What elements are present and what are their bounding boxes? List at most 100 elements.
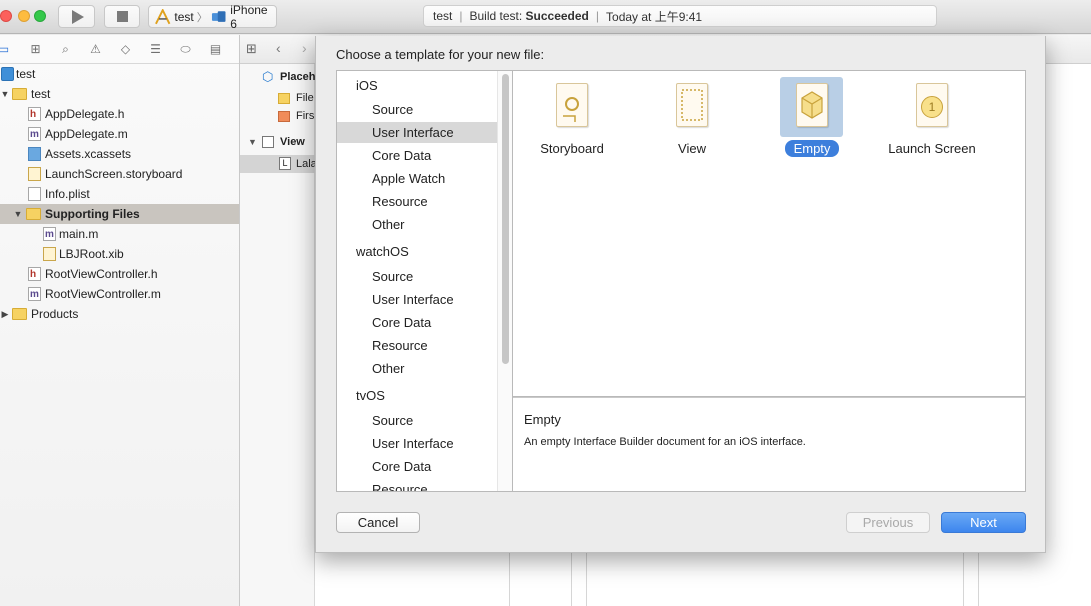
template-launch-screen[interactable]: 1 Launch Screen (877, 77, 987, 165)
nav-item-file[interactable]: m AppDelegate.m (0, 124, 239, 144)
category-item-selected[interactable]: User Interface (337, 122, 498, 143)
source-file-icon: m (28, 127, 41, 141)
nav-item-file[interactable]: Info.plist (0, 184, 239, 204)
category-scrollbar[interactable] (497, 71, 512, 491)
scrollbar-thumb[interactable] (502, 74, 509, 364)
category-item[interactable]: Core Data (337, 312, 498, 333)
disclosure-open-icon[interactable]: ▼ (13, 204, 23, 224)
close-window-button[interactable] (0, 10, 12, 22)
outline-first-responder[interactable]: Firs (240, 107, 315, 125)
template-label: View (678, 141, 706, 156)
chevron-right-icon: 〉 (196, 11, 208, 24)
report-icon[interactable]: ▤ (208, 42, 223, 56)
disclosure-closed-icon[interactable]: ▶ (0, 304, 10, 324)
category-item[interactable]: User Interface (337, 289, 498, 310)
disclosure-open-icon[interactable]: ▼ (248, 133, 257, 151)
category-item[interactable]: Resource (337, 191, 498, 212)
template-view[interactable]: View (637, 77, 747, 165)
category-item[interactable]: Core Data (337, 145, 498, 166)
nav-item-group-test[interactable]: ▼ test (0, 84, 239, 104)
nav-item-file[interactable]: LaunchScreen.storyboard (0, 164, 239, 184)
template-storyboard[interactable]: Storyboard (517, 77, 627, 165)
stop-icon (117, 11, 128, 22)
scheme-selector[interactable]: test 〉 iPhone 6 (148, 3, 277, 31)
outline-view[interactable]: ▼ View (240, 133, 315, 151)
nav-item-project[interactable]: test (0, 64, 239, 84)
folder-icon[interactable]: ▭ (0, 42, 11, 56)
view-template-icon (676, 83, 708, 127)
category-item[interactable]: Source (337, 410, 498, 431)
test-icon[interactable]: ◇ (118, 42, 133, 56)
source-file-icon: m (43, 227, 56, 241)
run-button[interactable] (58, 5, 95, 28)
search-icon[interactable]: ⌕ (58, 42, 73, 56)
description-text: An empty Interface Builder document for … (524, 436, 806, 448)
category-item[interactable]: Resource (337, 335, 498, 356)
launch-screen-badge: 1 (921, 96, 943, 118)
template-label: Empty (784, 140, 840, 157)
nav-item-file[interactable]: h AppDelegate.h (0, 104, 239, 124)
document-outline: ⬡ Placeh File Firs ▼ View L Lala (240, 64, 315, 606)
disclosure-open-icon[interactable]: ▼ (0, 84, 10, 104)
category-item[interactable]: Resource (337, 479, 498, 491)
activity-project: test (433, 9, 453, 23)
breakpoint-icon[interactable]: ⬭ (178, 42, 193, 56)
nav-item-group-supporting-files[interactable]: ▼ Supporting Files (0, 204, 239, 224)
nav-item-file[interactable]: m RootViewController.m (0, 284, 239, 304)
category-item[interactable]: Other (337, 214, 498, 235)
outline-file-owner[interactable]: File (240, 89, 315, 107)
storyboard-template-icon (556, 83, 588, 127)
folder-icon (12, 308, 27, 320)
zoom-window-button[interactable] (34, 10, 46, 22)
category-item[interactable]: Core Data (337, 456, 498, 477)
next-button[interactable]: Next (941, 512, 1026, 533)
hierarchy-icon[interactable]: ⊞ (28, 42, 43, 56)
header-file-icon: h (28, 107, 41, 121)
cancel-button[interactable]: Cancel (336, 512, 420, 533)
related-items-icon[interactable]: ⊞ (246, 41, 257, 57)
category-item[interactable]: User Interface (337, 433, 498, 454)
xib-icon (43, 247, 56, 261)
category-platform[interactable]: tvOS (337, 385, 498, 406)
label-icon: L (279, 157, 291, 170)
nav-item-file[interactable]: h RootViewController.h (0, 264, 239, 284)
activity-viewer: test | Build test: Succeeded | Today at … (423, 5, 937, 27)
category-item[interactable]: Source (337, 99, 498, 120)
asset-catalog-icon (28, 147, 41, 161)
play-icon (72, 10, 84, 24)
category-item[interactable]: Apple Watch (337, 168, 498, 189)
category-platform[interactable]: watchOS (337, 241, 498, 262)
template-empty[interactable]: Empty (757, 77, 867, 165)
activity-status-prefix: Build test: (469, 9, 523, 23)
nav-item-file[interactable]: m main.m (0, 224, 239, 244)
previous-button[interactable]: Previous (846, 512, 930, 533)
new-file-template-sheet: Choose a template for your new file: iOS… (315, 36, 1046, 553)
outline-placeholders[interactable]: ⬡ Placeh (240, 68, 315, 86)
category-platform[interactable]: iOS (337, 75, 498, 96)
category-item[interactable]: Source (337, 266, 498, 287)
nav-item-group-products[interactable]: ▶ Products (0, 304, 239, 324)
header-file-icon: h (28, 267, 41, 281)
nav-item-file[interactable]: Assets.xcassets (0, 144, 239, 164)
storyboard-icon (28, 167, 41, 181)
view-icon (262, 136, 274, 148)
plist-icon (28, 187, 41, 201)
debug-icon[interactable]: ☰ (148, 42, 163, 56)
category-item[interactable]: Other (337, 358, 498, 379)
project-icon (1, 67, 14, 81)
first-responder-icon (278, 111, 290, 122)
outline-label[interactable]: L Lala (240, 155, 315, 173)
stop-button[interactable] (104, 5, 140, 28)
template-category-list: iOS Source User Interface Core Data Appl… (336, 70, 513, 492)
back-chevron-icon[interactable]: ‹ (276, 40, 281, 56)
folder-icon (12, 88, 27, 100)
project-navigator: ▭ ⊞ ⌕ ⚠ ◇ ☰ ⬭ ▤ test ▼ test h AppDelegat… (0, 35, 240, 606)
navigator-tab-bar: ▭ ⊞ ⌕ ⚠ ◇ ☰ ⬭ ▤ (0, 35, 239, 64)
forward-chevron-icon[interactable]: › (302, 40, 307, 56)
nav-item-file[interactable]: LBJRoot.xib (0, 244, 239, 264)
template-grid: Storyboard View Empty 1 Launch Screen (513, 70, 1026, 397)
activity-divider: | (595, 9, 600, 23)
sheet-title: Choose a template for your new file: (336, 47, 545, 62)
minimize-window-button[interactable] (18, 10, 30, 22)
warning-icon[interactable]: ⚠ (88, 42, 103, 56)
